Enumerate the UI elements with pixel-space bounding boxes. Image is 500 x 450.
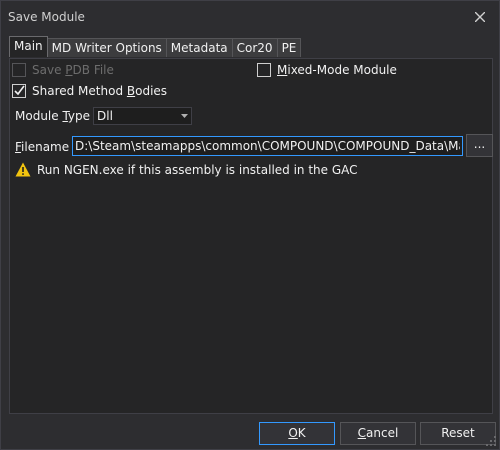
tab-cor20[interactable]: Cor20 [231, 38, 278, 57]
close-icon [475, 12, 485, 22]
save-pdb-checkbox[interactable] [12, 63, 26, 77]
shared-bodies-row: Shared Method Bodies [12, 84, 167, 98]
tab-main[interactable]: Main [9, 36, 48, 57]
save-pdb-row: Save PDB File [12, 63, 114, 77]
module-type-value: Dll [97, 109, 113, 123]
ngen-warning: Run NGEN.exe if this assembly is install… [15, 162, 358, 177]
tab-strip: Main MD Writer Options Metadata Cor20 PE [9, 36, 302, 58]
warning-icon [15, 162, 31, 177]
tab-pe[interactable]: PE [276, 38, 302, 57]
checkmark-icon [14, 85, 25, 96]
mixed-mode-checkbox[interactable] [257, 63, 271, 77]
save-pdb-label: Save PDB File [32, 63, 114, 77]
window-title: Save Module [8, 10, 85, 24]
cancel-button[interactable]: Cancel [340, 422, 416, 445]
title-bar: Save Module [1, 1, 499, 33]
mixed-mode-label: Mixed-Mode Module [277, 63, 397, 77]
reset-button[interactable]: Reset [420, 422, 496, 445]
filename-input[interactable] [72, 136, 463, 156]
close-button[interactable] [467, 5, 493, 29]
module-type-label: Module Type [15, 109, 91, 123]
ok-button[interactable]: OK [259, 422, 335, 445]
shared-bodies-label: Shared Method Bodies [32, 84, 168, 98]
save-module-dialog: Save Module Main MD Writer Options Metad… [0, 0, 500, 450]
browse-button[interactable]: ... [466, 134, 493, 157]
module-type-select[interactable]: Dll [93, 107, 192, 125]
tab-md-writer-options[interactable]: MD Writer Options [46, 38, 167, 57]
chevron-down-icon [181, 114, 188, 118]
mixed-mode-row: Mixed-Mode Module [257, 63, 397, 77]
filename-label: Filename [15, 140, 70, 154]
resize-grip-icon[interactable] [486, 436, 496, 446]
warning-text: Run NGEN.exe if this assembly is install… [37, 162, 358, 177]
shared-bodies-checkbox[interactable] [12, 84, 26, 98]
tab-metadata[interactable]: Metadata [165, 38, 233, 57]
